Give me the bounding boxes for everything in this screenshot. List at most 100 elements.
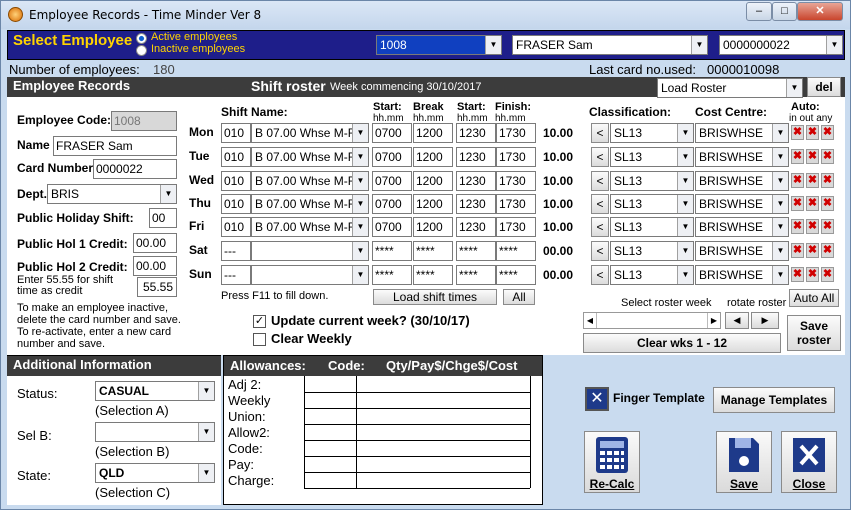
start-time-field[interactable]: **** (372, 241, 412, 261)
cost-centre-select[interactable]: BRISWHSE ▼ (695, 217, 789, 237)
start-time-field[interactable]: 0700 (372, 217, 412, 237)
start2-time-field[interactable]: 1230 (456, 217, 496, 237)
break-time-field[interactable]: 1200 (413, 123, 453, 143)
start-time-field[interactable]: 0700 (372, 171, 412, 191)
shift-code-field[interactable]: 010 (221, 123, 251, 143)
auto-out-toggle[interactable]: ✖ (806, 243, 819, 258)
auto-out-toggle[interactable]: ✖ (806, 149, 819, 164)
classification-select[interactable]: SL13 ▼ (610, 194, 694, 214)
start2-time-field[interactable]: 1230 (456, 123, 496, 143)
auto-any-toggle[interactable]: ✖ (821, 149, 834, 164)
classification-select[interactable]: SL13 ▼ (610, 123, 694, 143)
break-time-field[interactable]: 1200 (413, 171, 453, 191)
public-hol-1-credit-field[interactable]: 00.00 (133, 233, 177, 253)
copy-left-button[interactable]: < (591, 194, 609, 214)
auto-out-toggle[interactable]: ✖ (806, 196, 819, 211)
card-number-select[interactable]: 0000000022 ▼ (719, 35, 843, 55)
public-hol-2-credit-field[interactable]: 00.00 (133, 256, 177, 276)
maximize-button[interactable]: □ (772, 2, 797, 21)
auto-in-toggle[interactable]: ✖ (791, 267, 804, 282)
shift-code-field[interactable]: 010 (221, 217, 251, 237)
shift-code-field[interactable]: 010 (221, 171, 251, 191)
start2-time-field[interactable]: 1230 (456, 194, 496, 214)
rotate-right-button[interactable]: ▶ (751, 312, 779, 329)
delete-roster-button[interactable]: del (807, 77, 841, 97)
sel-b-select[interactable]: ▼ (95, 422, 215, 442)
employee-code-select[interactable]: 1008 ▼ (376, 35, 502, 55)
auto-out-toggle[interactable]: ✖ (806, 219, 819, 234)
classification-select[interactable]: SL13 ▼ (610, 171, 694, 191)
shift-code-field[interactable]: 010 (221, 194, 251, 214)
clear-weeks-button[interactable]: Clear wks 1 - 12 (583, 333, 781, 353)
state-select[interactable]: QLD ▼ (95, 463, 215, 483)
break-time-field[interactable]: 1200 (413, 147, 453, 167)
classification-select[interactable]: SL13 ▼ (610, 265, 694, 285)
start-time-field[interactable]: 0700 (372, 123, 412, 143)
auto-in-toggle[interactable]: ✖ (791, 219, 804, 234)
auto-any-toggle[interactable]: ✖ (821, 196, 834, 211)
finish-time-field[interactable]: 1730 (496, 217, 536, 237)
cost-centre-select[interactable]: BRISWHSE ▼ (695, 147, 789, 167)
cost-centre-select[interactable]: BRISWHSE ▼ (695, 241, 789, 261)
cost-centre-select[interactable]: BRISWHSE ▼ (695, 171, 789, 191)
load-shift-times-button[interactable]: Load shift times (373, 289, 497, 305)
cost-centre-select[interactable]: BRISWHSE ▼ (695, 265, 789, 285)
shift-name-select[interactable]: B 07.00 Whse M-F ▼ (251, 194, 369, 214)
copy-left-button[interactable]: < (591, 171, 609, 191)
auto-any-toggle[interactable]: ✖ (821, 267, 834, 282)
scroll-left-icon[interactable]: ◀ (584, 313, 597, 328)
finish-time-field[interactable]: 1730 (496, 194, 536, 214)
minimize-button[interactable]: – (746, 2, 772, 21)
start-time-field[interactable]: **** (372, 265, 412, 285)
start2-time-field[interactable]: 1230 (456, 147, 496, 167)
start2-time-field[interactable]: 1230 (456, 171, 496, 191)
shift-name-select[interactable]: ▼ (251, 241, 369, 261)
status-select[interactable]: CASUAL ▼ (95, 381, 215, 401)
classification-select[interactable]: SL13 ▼ (610, 241, 694, 261)
scroll-right-icon[interactable]: ▶ (707, 313, 720, 328)
classification-select[interactable]: SL13 ▼ (610, 217, 694, 237)
cost-centre-select[interactable]: BRISWHSE ▼ (695, 194, 789, 214)
all-button[interactable]: All (503, 289, 535, 305)
auto-any-toggle[interactable]: ✖ (821, 243, 834, 258)
auto-in-toggle[interactable]: ✖ (791, 243, 804, 258)
start-time-field[interactable]: 0700 (372, 147, 412, 167)
manage-templates-button[interactable]: Manage Templates (713, 387, 835, 413)
auto-in-toggle[interactable]: ✖ (791, 196, 804, 211)
dept-select[interactable]: BRIS ▼ (47, 184, 177, 204)
auto-all-button[interactable]: Auto All (789, 289, 839, 307)
finish-time-field[interactable]: 1730 (496, 171, 536, 191)
start2-time-field[interactable]: **** (456, 265, 496, 285)
cost-centre-select[interactable]: BRISWHSE ▼ (695, 123, 789, 143)
finish-time-field[interactable]: 1730 (496, 123, 536, 143)
shift-name-select[interactable]: B 07.00 Whse M-F ▼ (251, 171, 369, 191)
finish-time-field[interactable]: **** (496, 265, 536, 285)
clear-weekly-checkbox[interactable] (253, 333, 266, 346)
recalc-button[interactable]: Re-Calc (584, 431, 640, 493)
copy-left-button[interactable]: < (591, 217, 609, 237)
save-button[interactable]: Save (716, 431, 772, 493)
update-week-checkbox[interactable]: ✓ (253, 315, 266, 328)
card-number-field[interactable]: 0000022 (93, 159, 177, 179)
load-roster-select[interactable]: Load Roster ▼ (657, 78, 803, 98)
break-time-field[interactable]: 1200 (413, 194, 453, 214)
public-holiday-shift-field[interactable]: 00 (149, 208, 177, 228)
auto-in-toggle[interactable]: ✖ (791, 125, 804, 140)
auto-in-toggle[interactable]: ✖ (791, 173, 804, 188)
finish-time-field[interactable]: 1730 (496, 147, 536, 167)
copy-left-button[interactable]: < (591, 241, 609, 261)
start-time-field[interactable]: 0700 (372, 194, 412, 214)
shift-name-select[interactable]: B 07.00 Whse M-F ▼ (251, 217, 369, 237)
inactive-employees-radio[interactable] (136, 45, 147, 56)
auto-any-toggle[interactable]: ✖ (821, 219, 834, 234)
finger-template-checkbox[interactable]: ✕ (585, 387, 609, 411)
auto-out-toggle[interactable]: ✖ (806, 125, 819, 140)
break-time-field[interactable]: 1200 (413, 217, 453, 237)
name-field[interactable]: FRASER Sam (53, 136, 177, 156)
copy-left-button[interactable]: < (591, 147, 609, 167)
auto-any-toggle[interactable]: ✖ (821, 125, 834, 140)
shift-name-select[interactable]: B 07.00 Whse M-F ▼ (251, 123, 369, 143)
roster-week-scrollbar[interactable]: ◀ ▶ (583, 312, 721, 329)
break-time-field[interactable]: **** (413, 265, 453, 285)
shift-code-field[interactable]: --- (221, 265, 251, 285)
